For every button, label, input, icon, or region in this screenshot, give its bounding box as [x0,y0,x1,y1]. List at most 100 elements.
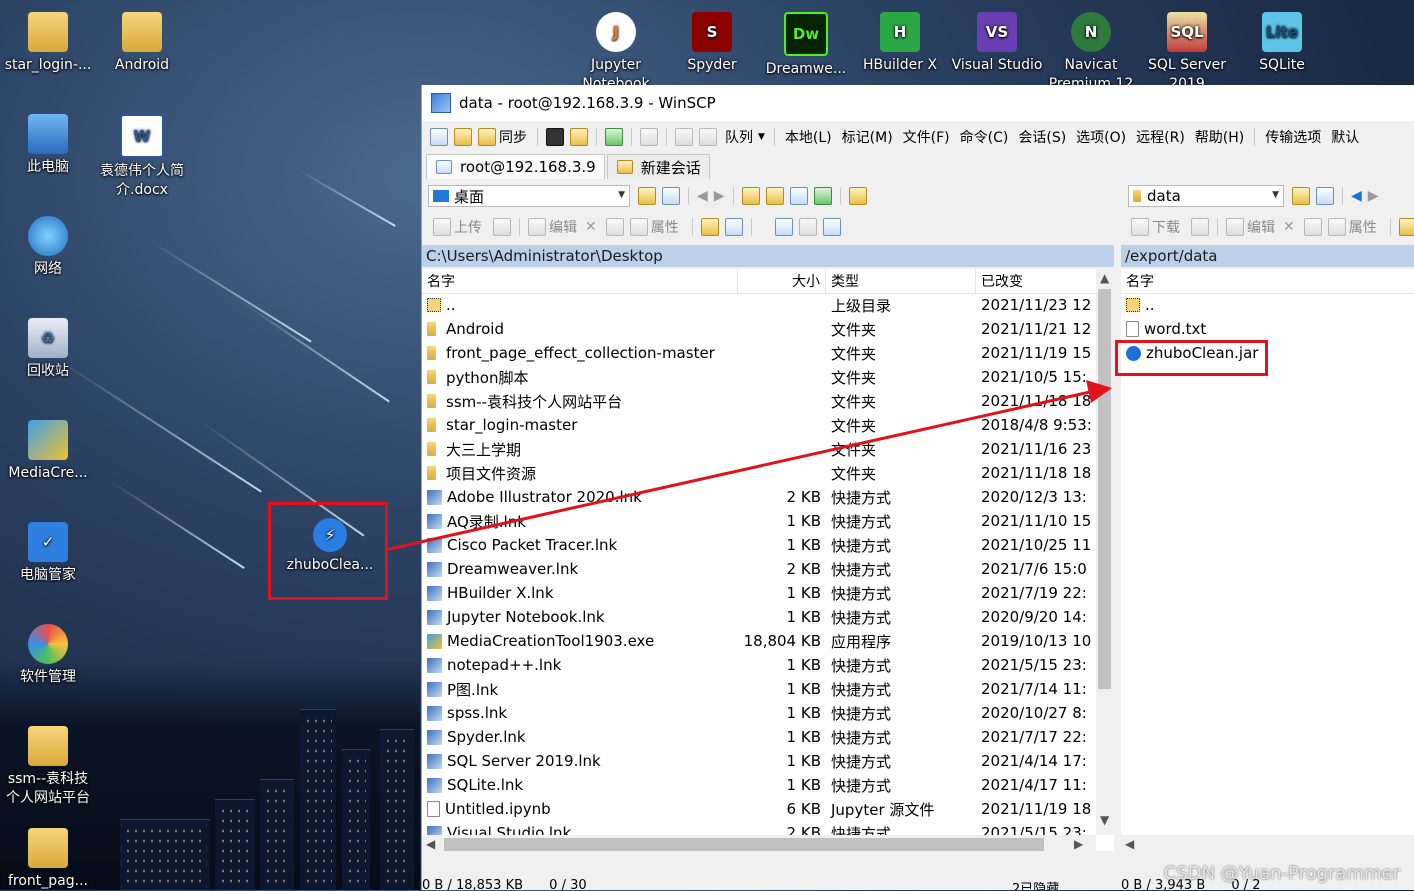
desktop-icon-resume-docx[interactable]: W 袁德伟个人简介.docx [96,114,188,200]
download-options-icon[interactable] [1191,218,1209,236]
chevron-down-icon[interactable]: ▼ [758,132,765,142]
tab-new-session[interactable]: 新建会话 [606,154,710,179]
menu-help[interactable]: 帮助(H) [1195,127,1244,147]
upload-icon[interactable] [433,218,451,236]
upload-button[interactable]: 上传 [454,217,482,237]
sync-button[interactable]: 同步 [499,127,527,147]
open-folder-icon[interactable] [638,187,656,205]
table-row[interactable]: 大三上学期 文件夹 2021/11/16 23 [422,437,1096,461]
menu-local[interactable]: 本地(L) [785,127,832,147]
desktop-icon-visual-studio[interactable]: VS Visual Studio [951,12,1043,75]
local-file-list[interactable]: 名字 ^ 大小 类型 已改变 .. 上级目录 2021/11/23 12 Androi… [422,269,1114,851]
preferences-gear-icon[interactable] [640,128,658,146]
back-icon[interactable]: ◀ [1351,188,1362,204]
compare-icon[interactable] [454,128,472,146]
properties-icon[interactable] [1327,218,1346,236]
edit-icon[interactable] [1226,218,1244,236]
console-icon[interactable] [546,128,564,146]
column-header-modified[interactable]: 已改变 [976,269,1096,293]
desktop-icon-pc-manager[interactable]: ✓ 电脑管家 [2,522,94,585]
new-folder-icon[interactable] [1398,218,1414,236]
column-header-name[interactable]: 名字 ^ [1121,269,1414,293]
delete-icon[interactable]: ✕ [1283,219,1295,235]
scroll-right-icon[interactable]: ▶ [1074,837,1083,851]
scroll-up-icon[interactable]: ▲ [1100,271,1109,285]
open-folder-icon[interactable] [1292,187,1310,205]
table-row[interactable]: SQL Server 2019.lnk 1 KB 快捷方式 2021/4/14 17: [422,749,1096,773]
filter-icon[interactable] [1316,187,1334,205]
desktop-icon-jupyter[interactable]: J Jupyter Notebook [570,12,662,94]
table-row[interactable]: Cisco Packet Tracer.lnk 1 KB 快捷方式 2021/10/2… [422,533,1096,557]
table-row[interactable]: ssm--袁科技个人网站平台 文件夹 2021/11/18 18 [422,389,1096,413]
local-grid-icon[interactable] [430,128,448,146]
remote-horizontal-scrollbar[interactable]: ◀ [1121,835,1414,851]
desktop-icon-navicat[interactable]: N Navicat Premium 12 [1045,12,1137,94]
desktop-icon-software-manager[interactable]: 软件管理 [2,624,94,687]
table-row[interactable]: SQLite.lnk 1 KB 快捷方式 2021/4/17 11: [422,773,1096,797]
desktop-icon-this-pc[interactable]: 此电脑 [2,114,94,177]
menu-mark[interactable]: 标记(M) [842,127,893,147]
scroll-left-icon[interactable]: ◀ [426,837,435,851]
edit-button[interactable]: 编辑 [1247,217,1275,237]
table-row[interactable]: Untitled.ipynb 6 KB Jupyter 源文件 2021/11/19 … [422,797,1096,821]
properties-button[interactable]: 属性 [651,217,679,237]
table-row[interactable]: 项目文件资源 文件夹 2021/11/18 18 [422,461,1096,485]
table-row[interactable]: Android 文件夹 2021/11/21 12 [422,317,1096,341]
desktop-icon-dreamweaver[interactable]: Dw Dreamwe... [760,12,852,79]
filter-icon[interactable] [662,187,680,205]
new-file-icon[interactable] [724,218,743,236]
desktop-icon-sql-server[interactable]: SQL SQL Server 2019 [1141,12,1233,94]
panel-splitter[interactable] [1114,240,1120,890]
menu-files[interactable]: 文件(F) [903,127,950,147]
tab-session-root[interactable]: root@192.168.3.9 [426,154,605,179]
table-row[interactable]: star_login-master 文件夹 2018/4/8 9:53: [422,413,1096,437]
desktop-icon-media-creation[interactable]: MediaCre... [2,420,94,483]
table-row[interactable]: Spyder.lnk 1 KB 快捷方式 2021/7/17 22: [422,725,1096,749]
desktop-icon-hbuilder[interactable]: H HBuilder X [854,12,946,75]
table-row[interactable]: Adobe Illustrator 2020.lnk 2 KB 快捷方式 2020/1… [422,485,1096,509]
refresh-icon[interactable] [813,187,832,205]
root-directory-icon[interactable] [765,187,784,205]
scrollbar-thumb[interactable] [1098,289,1111,689]
local-vertical-scrollbar[interactable]: ▲ ▼ [1096,269,1114,835]
edit-button[interactable]: 编辑 [549,217,577,237]
transfer-mode-select[interactable]: 默认 [1331,127,1359,147]
edit-icon[interactable] [528,218,546,236]
table-row[interactable]: python脚本 文件夹 2021/10/5 15: [422,365,1096,389]
table-row[interactable]: AQ录制.lnk 1 KB 快捷方式 2021/11/10 15 [422,509,1096,533]
back-icon[interactable]: ◀ [697,188,708,204]
table-row[interactable]: MediaCreationTool1903.exe 18,804 KB 应用程序 20… [422,629,1096,653]
table-row[interactable]: .. 上级目录 2021/11/23 12 [422,293,1096,317]
properties-button[interactable]: 属性 [1349,217,1377,237]
menu-session[interactable]: 会话(S) [1018,127,1066,147]
column-header-name[interactable]: 名字 ^ [422,269,738,293]
find-files-icon[interactable] [848,187,867,205]
home-icon[interactable] [789,187,808,205]
desktop-icon-star-login[interactable]: star_login-... [2,12,94,75]
table-row[interactable]: front_page_effect_collection-master 文件夹 20… [422,341,1096,365]
desktop-icon-front-page[interactable]: front_pag... [2,828,94,891]
local-horizontal-scrollbar[interactable]: ◀ ▶ [422,835,1096,851]
desktop-icon-network[interactable]: 网络 [2,216,94,279]
forward-icon[interactable]: ▶ [714,188,725,204]
queue-list-icon[interactable] [699,128,717,146]
table-row[interactable]: Jupyter Notebook.lnk 1 KB 快捷方式 2020/9/20 14… [422,605,1096,629]
unselect-icon[interactable] [798,218,817,236]
scroll-left-icon[interactable]: ◀ [1125,837,1134,851]
column-header-type[interactable]: 类型 [826,269,976,293]
parent-directory-icon[interactable] [741,187,760,205]
upload-options-icon[interactable] [493,218,511,236]
queue-button[interactable]: 队列 [725,127,753,147]
select-all-icon[interactable] [774,218,793,236]
download-icon[interactable] [1131,218,1149,236]
desktop-icon-spyder[interactable]: S Spyder [666,12,758,75]
table-row[interactable]: notepad++.lnk 1 KB 快捷方式 2021/5/15 23: [422,653,1096,677]
local-location-select[interactable]: 桌面 ▼ [428,185,630,207]
refresh-session-icon[interactable] [605,128,623,146]
new-folder-icon[interactable] [700,218,719,236]
desktop-icon-recycle-bin[interactable]: ♻ 回收站 [2,318,94,381]
filter-select-icon[interactable] [822,218,841,236]
scrollbar-thumb[interactable] [444,838,1044,851]
delete-icon[interactable]: ✕ [585,219,597,235]
rename-icon[interactable] [1303,218,1322,236]
